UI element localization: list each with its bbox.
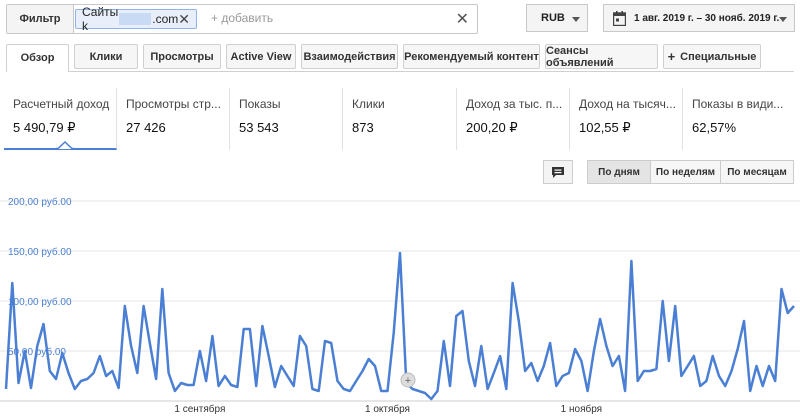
date-range-label: 1 авг. 2019 г. – 30 нояб. 2019 г. (634, 12, 780, 24)
revenue-line-chart: 50,00 руб.00 100,00 руб.00 150,00 руб.00 20… (0, 196, 800, 415)
metric-label: Показы в види... (692, 97, 784, 111)
filter-chip-prefix: Сайты k (82, 5, 119, 33)
tab-recommended-content[interactable]: Рекомендуемый контент (403, 44, 540, 69)
redacted-text (119, 13, 152, 25)
metric-page-rpm[interactable]: Доход за тыс. п... 200,20 ₽ (457, 88, 570, 150)
metric-impressions[interactable]: Показы 53 543 (230, 88, 343, 150)
revenue-series-line[interactable] (4, 251, 795, 401)
metric-value: 27 426 (126, 120, 166, 135)
add-filter-input[interactable]: + добавить (211, 11, 273, 25)
annotations-button[interactable] (543, 160, 573, 184)
remove-filter-icon[interactable]: ✕ (178, 12, 190, 26)
plus-icon: + (667, 49, 676, 64)
period-week-button[interactable]: По неделям (650, 160, 721, 184)
y-tick-label: 200,00 руб.00 (8, 196, 72, 208)
svg-text:+: + (405, 375, 411, 387)
comment-icon (552, 166, 564, 178)
tab-overview[interactable]: Обзор (6, 44, 69, 72)
metric-label: Просмотры стр... (126, 97, 221, 111)
date-range-picker[interactable]: 1 авг. 2019 г. – 30 нояб. 2019 г. (603, 4, 795, 32)
tab-custom-label: Специальные (680, 50, 757, 63)
filter-bar: Фильтр Сайты k .com ✕ + добавить ✕ (6, 4, 478, 34)
filter-chip-sites[interactable]: Сайты k .com ✕ (75, 5, 197, 33)
metric-clicks[interactable]: Клики 873 (343, 88, 457, 150)
tab-pageviews[interactable]: Просмотры (143, 44, 221, 69)
y-tick-label: 50,00 руб.00 (8, 346, 66, 358)
x-tick-label: 1 ноября (561, 403, 602, 415)
tab-clicks[interactable]: Клики (74, 44, 138, 69)
metric-value: 102,55 ₽ (579, 120, 631, 135)
calendar-icon (613, 11, 626, 26)
selected-indicator (56, 141, 74, 149)
date-marker-icon[interactable]: + (400, 372, 416, 388)
x-tick-label: 1 октября (365, 403, 410, 415)
metric-cards: Расчетный доход 5 490,79 ₽ Просмотры стр… (4, 88, 796, 150)
currency-select[interactable]: RUB (526, 4, 588, 32)
metric-value: 873 (352, 120, 374, 135)
period-day-button[interactable]: По дням (587, 160, 651, 184)
tab-active-view[interactable]: Active View (226, 44, 296, 69)
metric-impression-rpm[interactable]: Доход на тысяч... 102,55 ₽ (570, 88, 683, 150)
metric-value: 62,57% (692, 120, 737, 135)
tab-custom[interactable]: + Специальные (663, 44, 761, 69)
filter-button[interactable]: Фильтр (7, 5, 74, 33)
chevron-down-icon (572, 17, 580, 22)
metric-label: Клики (352, 97, 385, 111)
clear-filters-icon[interactable]: ✕ (456, 9, 469, 29)
metric-label: Доход на тысяч... (579, 97, 676, 111)
period-month-button[interactable]: По месяцам (720, 160, 794, 184)
period-toggle: По дням По неделям По месяцам (587, 160, 794, 184)
y-tick-label: 150,00 руб.00 (8, 246, 72, 258)
tab-ad-sessions[interactable]: Сеансы объявлений (545, 44, 658, 69)
metric-label: Показы (239, 97, 281, 111)
metric-label: Доход за тыс. п... (466, 97, 563, 111)
metric-label: Расчетный доход (13, 97, 110, 111)
metric-value: 200,20 ₽ (466, 120, 518, 135)
metric-value: 53 543 (239, 120, 279, 135)
x-tick-label: 1 сентября (174, 403, 225, 415)
report-tabs: Обзор Клики Просмотры Active View Взаимо… (6, 44, 766, 72)
metric-estimated-revenue[interactable]: Расчетный доход 5 490,79 ₽ (4, 88, 117, 150)
tab-interactions[interactable]: Взаимодействия (301, 44, 398, 69)
chevron-down-icon (779, 17, 787, 22)
metric-active-view-viewable[interactable]: Показы в види... 62,57% (683, 88, 796, 150)
y-tick-label: 100,00 руб.00 (8, 296, 72, 308)
currency-value: RUB (541, 12, 565, 24)
metric-pageviews[interactable]: Просмотры стр... 27 426 (117, 88, 230, 150)
metric-value: 5 490,79 ₽ (13, 120, 76, 135)
filter-chip-suffix: .com (152, 12, 179, 26)
